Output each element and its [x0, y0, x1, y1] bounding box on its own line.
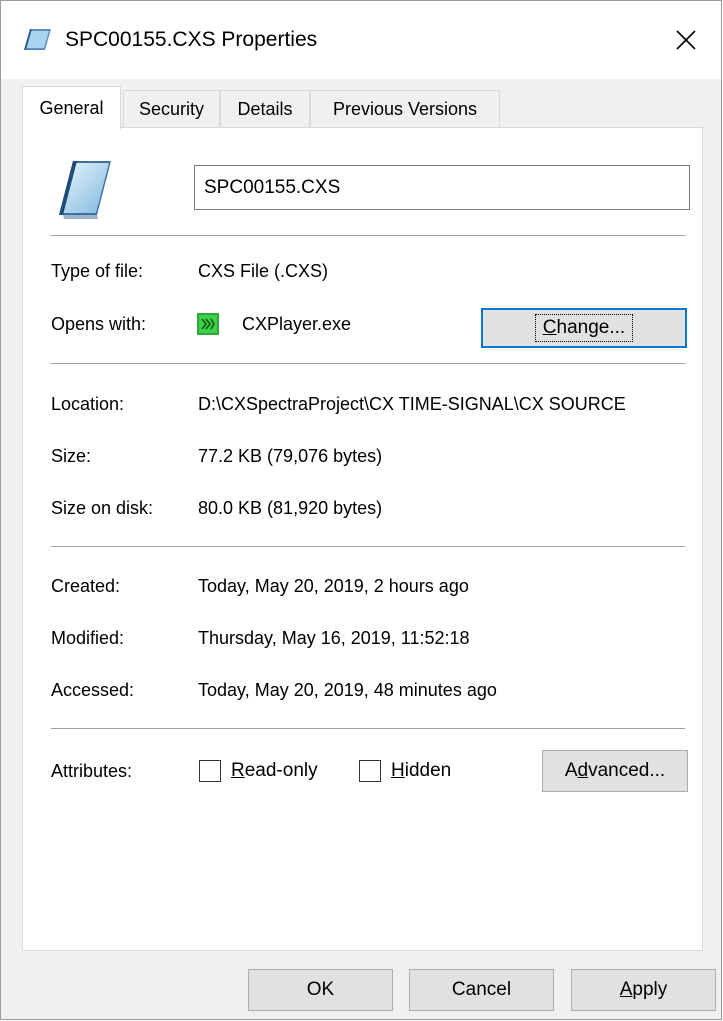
change-button-label: Change... [534, 314, 634, 342]
close-button[interactable] [651, 1, 721, 79]
created-label: Created: [51, 576, 121, 596]
type-of-file-value: CXS File (.CXS) [198, 261, 329, 281]
separator [51, 363, 685, 364]
tab-security[interactable]: Security [123, 90, 220, 128]
properties-dialog: SPC00155.CXS Properties General Security… [0, 0, 722, 1020]
advanced-button-label: Advanced... [564, 760, 666, 781]
type-of-file-label: Type of file: [51, 261, 144, 281]
accessed-value: Today, May 20, 2019, 48 minutes ago [198, 680, 497, 700]
apply-button-label: Apply [619, 979, 668, 1000]
attributes-label: Attributes: [51, 761, 133, 781]
location-label: Location: [51, 394, 125, 414]
cancel-button[interactable]: Cancel [409, 969, 554, 1011]
size-on-disk-label: Size on disk: [51, 498, 154, 518]
separator [51, 546, 685, 547]
read-only-label[interactable]: Read-only [231, 760, 318, 782]
hidden-label[interactable]: Hidden [391, 760, 451, 782]
general-panel: Type of file: CXS File (.CXS) Opens with… [22, 127, 703, 951]
created-value: Today, May 20, 2019, 2 hours ago [198, 576, 469, 596]
size-on-disk-value: 80.0 KB (81,920 bytes) [198, 498, 383, 518]
opens-with-value: CXPlayer.exe [242, 314, 352, 334]
tab-general[interactable]: General [22, 86, 121, 129]
tab-security-label: Security [138, 99, 205, 119]
separator [51, 728, 685, 729]
accessed-label: Accessed: [51, 680, 135, 700]
tab-details[interactable]: Details [220, 90, 310, 128]
ok-button[interactable]: OK [248, 969, 393, 1011]
read-only-checkbox[interactable] [199, 760, 221, 782]
file-type-icon [59, 161, 111, 219]
window-title: SPC00155.CXS Properties [65, 28, 318, 51]
tab-previous-versions[interactable]: Previous Versions [310, 90, 500, 128]
advanced-button[interactable]: Advanced... [542, 750, 688, 792]
location-value: D:\CXSpectraProject\CX TIME-SIGNAL\CX SO… [198, 394, 626, 414]
size-value: 77.2 KB (79,076 bytes) [198, 446, 383, 466]
ok-button-label: OK [306, 979, 335, 1000]
tab-details-label: Details [237, 99, 293, 119]
size-label: Size: [51, 446, 92, 466]
separator [51, 235, 685, 236]
tab-general-label: General [39, 97, 104, 118]
tab-previous-versions-label: Previous Versions [332, 99, 478, 119]
file-name-field[interactable] [194, 165, 690, 210]
modified-value: Thursday, May 16, 2019, 11:52:18 [198, 628, 470, 648]
hidden-checkbox[interactable] [359, 760, 381, 782]
cxplayer-app-icon [197, 313, 219, 335]
close-icon [676, 30, 696, 50]
cancel-button-label: Cancel [451, 979, 512, 1000]
opens-with-label: Opens with: [51, 314, 147, 334]
title-bar[interactable]: SPC00155.CXS Properties [1, 1, 721, 79]
cxs-file-icon [24, 29, 51, 50]
modified-label: Modified: [51, 628, 125, 648]
apply-button[interactable]: Apply [571, 969, 716, 1011]
change-button[interactable]: Change... [481, 308, 687, 348]
